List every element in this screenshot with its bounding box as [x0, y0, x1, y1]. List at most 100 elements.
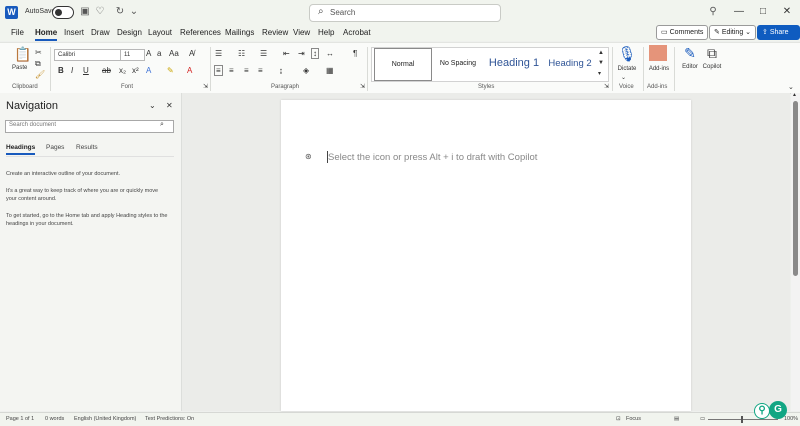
- copilot-pin-icon[interactable]: ⚲: [706, 5, 720, 19]
- tab-results[interactable]: Results: [76, 144, 98, 151]
- dictate-dropdown-icon[interactable]: ⌄: [621, 74, 626, 81]
- tab-draw[interactable]: Draw: [91, 28, 110, 37]
- customize-toolbar-icon[interactable]: ⌄: [127, 5, 141, 19]
- highlight-icon[interactable]: ✎: [167, 66, 174, 75]
- print-layout-icon[interactable]: ▤: [674, 416, 679, 422]
- numbering-icon[interactable]: ☷: [238, 49, 245, 58]
- tab-layout[interactable]: Layout: [148, 28, 172, 37]
- shading-icon[interactable]: ◈: [303, 66, 309, 75]
- dictate-label[interactable]: Dictate: [614, 66, 640, 72]
- language-status[interactable]: English (United Kingdom): [74, 416, 136, 422]
- shrink-font-icon[interactable]: a: [157, 49, 161, 58]
- show-formatting-icon[interactable]: ↔: [326, 49, 334, 58]
- tab-view[interactable]: View: [293, 28, 310, 37]
- addins-label[interactable]: Add-ins: [646, 66, 672, 72]
- style-heading-2[interactable]: Heading 2: [544, 48, 596, 79]
- bold-icon[interactable]: B: [58, 66, 64, 75]
- align-center-icon[interactable]: ≡: [229, 66, 234, 75]
- nav-close-icon[interactable]: ✕: [166, 101, 173, 110]
- location-pin-icon[interactable]: ⚲: [754, 403, 770, 419]
- zoom-slider-thumb[interactable]: [741, 416, 743, 423]
- tab-review[interactable]: Review: [262, 28, 288, 37]
- sort-icon[interactable]: ↕: [311, 48, 319, 59]
- styles-scroll-down-icon[interactable]: ▼: [598, 60, 604, 66]
- grow-font-icon[interactable]: A: [146, 49, 151, 58]
- copy-icon[interactable]: ⧉: [35, 59, 41, 69]
- decrease-indent-icon[interactable]: ⇤: [283, 49, 290, 58]
- cut-icon[interactable]: ✂: [35, 48, 42, 57]
- style-normal[interactable]: Normal: [374, 48, 432, 81]
- close-button[interactable]: ✕: [776, 4, 798, 20]
- borders-icon[interactable]: ▦: [326, 66, 334, 75]
- justify-icon[interactable]: ≡: [258, 66, 263, 75]
- paragraph-dialog-launcher-icon[interactable]: ⇲: [360, 83, 365, 90]
- nav-search-input[interactable]: Search document ⌕: [5, 120, 174, 133]
- tab-file[interactable]: File: [11, 28, 24, 37]
- tab-insert[interactable]: Insert: [64, 28, 84, 37]
- comments-button[interactable]: ▭ Comments: [656, 25, 709, 40]
- editing-button[interactable]: ✎ Editing ⌄: [709, 25, 757, 40]
- focus-icon[interactable]: ⊡: [616, 416, 621, 422]
- share-button[interactable]: ⇪ Share ⌄: [757, 25, 800, 49]
- focus-label[interactable]: Focus: [626, 416, 641, 422]
- paste-icon[interactable]: 📋: [13, 46, 33, 63]
- tab-mailings[interactable]: Mailings: [225, 28, 254, 37]
- bullets-icon[interactable]: ☰: [215, 49, 222, 58]
- tab-home[interactable]: Home: [35, 28, 58, 41]
- style-heading-1[interactable]: Heading 1: [484, 48, 544, 79]
- microphone-icon[interactable]: 🎙: [617, 45, 637, 63]
- underline-icon[interactable]: U: [83, 66, 89, 75]
- editor-icon[interactable]: ✎: [682, 45, 698, 62]
- styles-scroll-up-icon[interactable]: ▲: [598, 50, 604, 56]
- zoom-level[interactable]: 100%: [784, 416, 798, 422]
- tab-acrobat[interactable]: Acrobat: [343, 28, 371, 37]
- document-page[interactable]: ⊛ Select the icon or press Alt + i to dr…: [281, 100, 691, 411]
- multilevel-list-icon[interactable]: ☰: [260, 49, 267, 58]
- strikethrough-icon[interactable]: ab: [102, 66, 111, 75]
- copilot-draft-icon[interactable]: ⊛: [305, 152, 314, 161]
- collapse-ribbon-icon[interactable]: ⌄: [788, 83, 794, 91]
- redo-icon[interactable]: ↻: [113, 5, 127, 19]
- scrollbar-thumb[interactable]: [793, 101, 798, 276]
- nav-options-icon[interactable]: ⌄: [149, 101, 156, 110]
- grammarly-icon[interactable]: G: [769, 401, 787, 419]
- align-right-icon[interactable]: ≡: [244, 66, 249, 75]
- change-case-icon[interactable]: Aa: [169, 49, 179, 58]
- tab-headings[interactable]: Headings: [6, 144, 36, 155]
- nav-search-icon[interactable]: ⌕: [160, 121, 164, 129]
- styles-more-icon[interactable]: ▾: [598, 70, 601, 77]
- tab-help[interactable]: Help: [318, 28, 334, 37]
- format-painter-icon[interactable]: 🖌: [35, 70, 45, 79]
- pilcrow-icon[interactable]: ¶: [353, 49, 357, 58]
- grammar-heart-icon[interactable]: ♡: [93, 5, 107, 19]
- web-layout-icon[interactable]: ▭: [700, 416, 705, 422]
- text-effects-icon[interactable]: A: [146, 66, 151, 75]
- font-dialog-launcher-icon[interactable]: ⇲: [203, 83, 208, 90]
- copilot-label[interactable]: Copilot: [699, 64, 725, 70]
- maximize-button[interactable]: □: [752, 4, 774, 20]
- font-color-icon[interactable]: A: [187, 66, 192, 75]
- align-left-icon[interactable]: ≡: [214, 65, 223, 76]
- line-spacing-icon[interactable]: ↨: [279, 66, 283, 75]
- text-predictions-status[interactable]: Text Predictions: On: [145, 416, 194, 422]
- zoom-slider[interactable]: [708, 419, 778, 420]
- vertical-scrollbar[interactable]: ▲: [791, 92, 800, 411]
- styles-dialog-launcher-icon[interactable]: ⇲: [604, 83, 609, 90]
- clear-format-icon[interactable]: A̸: [189, 49, 194, 58]
- search-box[interactable]: ⌕ Search: [309, 4, 501, 22]
- copilot-icon[interactable]: ⧉: [704, 45, 720, 62]
- addins-icon[interactable]: [649, 45, 667, 61]
- scroll-up-icon[interactable]: ▲: [792, 92, 797, 98]
- word-count[interactable]: 0 words: [45, 416, 64, 422]
- font-name-box[interactable]: Calibri: [54, 49, 122, 61]
- tab-design[interactable]: Design: [117, 28, 142, 37]
- page-count[interactable]: Page 1 of 1: [6, 416, 34, 422]
- superscript-icon[interactable]: x²: [132, 66, 139, 75]
- tab-pages[interactable]: Pages: [46, 144, 64, 151]
- editor-label[interactable]: Editor: [680, 64, 700, 70]
- increase-indent-icon[interactable]: ⇥: [298, 49, 305, 58]
- save-icon[interactable]: ▣: [78, 5, 92, 19]
- italic-icon[interactable]: I: [71, 66, 73, 75]
- subscript-icon[interactable]: x₂: [119, 66, 126, 75]
- autosave-toggle[interactable]: [52, 6, 74, 19]
